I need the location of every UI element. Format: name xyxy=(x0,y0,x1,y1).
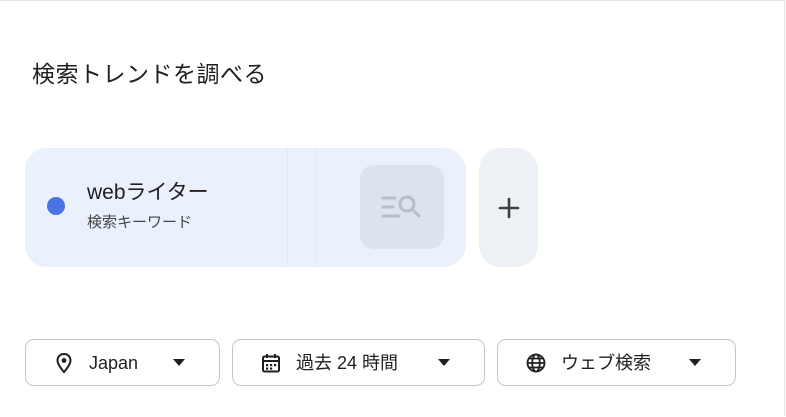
series-color-dot xyxy=(47,197,65,215)
globe-icon xyxy=(526,353,546,373)
chevron-down-icon xyxy=(438,359,450,366)
search-property-filter[interactable]: ウェブ検索 xyxy=(497,339,736,386)
search-term-card[interactable]: webライター 検索キーワード xyxy=(25,148,466,267)
time-range-filter-label: 過去 24 時間 xyxy=(296,353,399,373)
search-property-filter-label: ウェブ検索 xyxy=(561,353,651,373)
card-divider xyxy=(287,148,288,267)
search-type-button[interactable] xyxy=(360,165,444,249)
calendar-icon xyxy=(262,354,280,373)
card-divider xyxy=(315,148,316,267)
location-pin-icon xyxy=(56,352,72,374)
page-title: 検索トレンドを調べる xyxy=(32,61,267,87)
chevron-down-icon xyxy=(689,359,701,366)
location-filter[interactable]: Japan xyxy=(25,339,220,386)
search-term-type: 検索キーワード xyxy=(87,214,193,231)
location-filter-label: Japan xyxy=(89,353,139,373)
search-list-icon xyxy=(381,195,421,218)
time-range-filter[interactable]: 過去 24 時間 xyxy=(232,339,485,386)
chevron-down-icon xyxy=(173,359,185,366)
plus-icon xyxy=(498,197,519,218)
add-comparison-button[interactable] xyxy=(479,148,538,267)
explore-panel: 検索トレンドを調べる webライター 検索キーワード Japan 過去 24 時… xyxy=(0,0,785,416)
search-term-label[interactable]: webライター xyxy=(87,179,209,207)
